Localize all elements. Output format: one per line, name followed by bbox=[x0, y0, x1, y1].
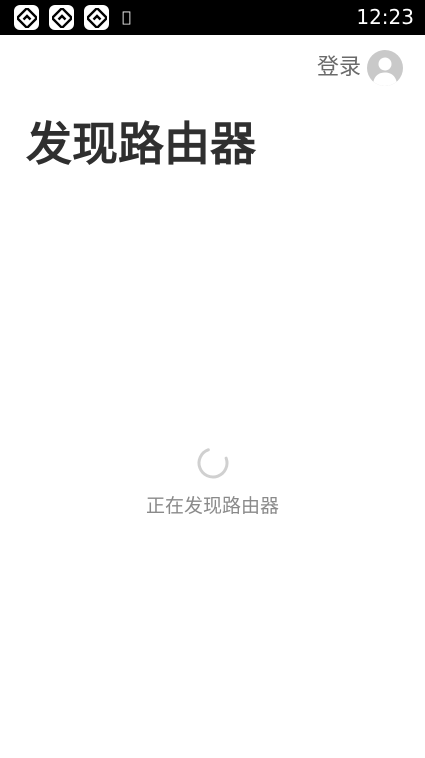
login-entry[interactable]: 登录 bbox=[317, 50, 403, 86]
login-link[interactable]: 登录 bbox=[317, 50, 361, 86]
loading-indicator: 正在发现路由器 bbox=[0, 446, 425, 518]
status-bar-clock: 12:23 bbox=[356, 5, 414, 29]
loading-status-text: 正在发现路由器 bbox=[145, 495, 279, 517]
app-notification-icon bbox=[84, 5, 109, 30]
app-notification-icon bbox=[49, 5, 74, 30]
status-glyph-icon: 𠅀 bbox=[122, 8, 132, 26]
loading-spinner-icon bbox=[196, 446, 230, 480]
user-avatar-icon[interactable] bbox=[367, 50, 403, 86]
status-bar-notification-icons: 𠅀 bbox=[14, 5, 131, 30]
status-bar: 𠅀 12:23 bbox=[0, 0, 425, 35]
router-discovery-screen: 𠅀 12:23 登录 发现路由器 正在发现路由器 bbox=[0, 0, 425, 758]
app-notification-icon bbox=[14, 5, 39, 30]
page-title: 发现路由器 bbox=[26, 117, 256, 171]
